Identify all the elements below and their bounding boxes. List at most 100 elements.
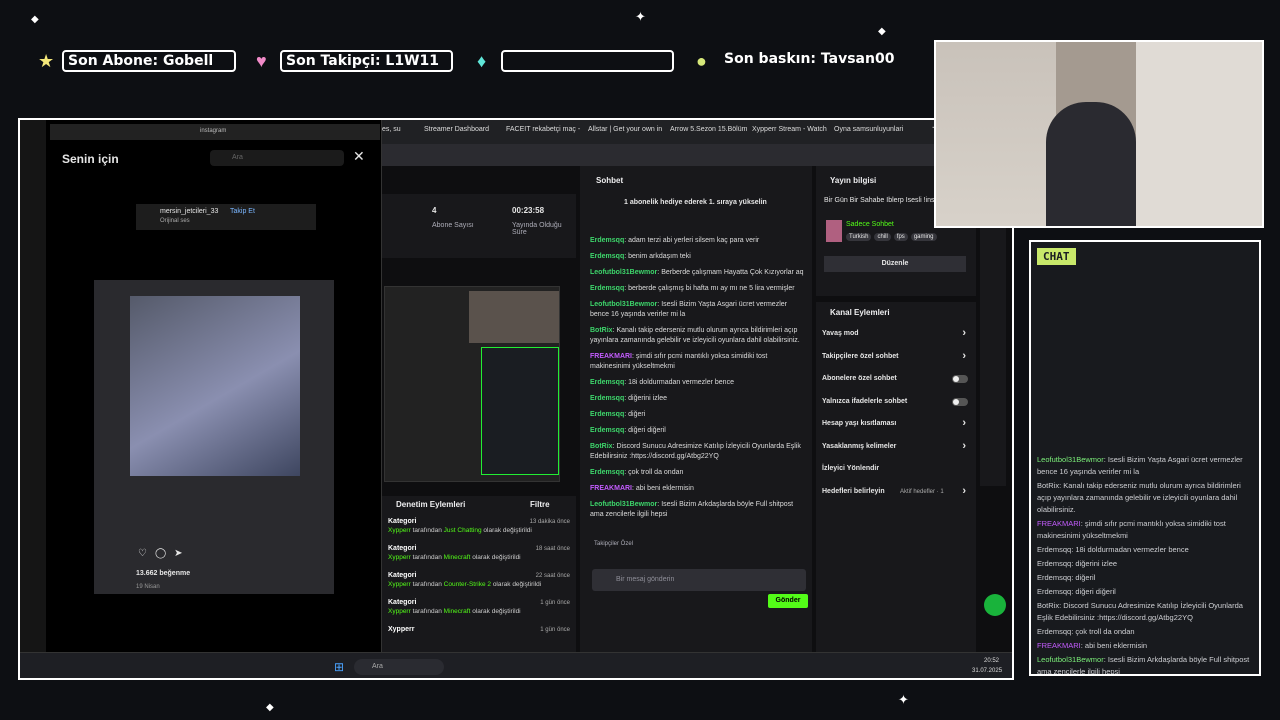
chat-username[interactable]: Leofutbol31Bewmor xyxy=(590,301,657,308)
start-icon[interactable]: ⊞ xyxy=(334,660,344,674)
browser-tab[interactable]: Oyna samsunluyunlari xyxy=(834,126,903,133)
subs-label: Abone Sayısı xyxy=(432,222,474,229)
clock-date: 31.07.2025 xyxy=(972,668,1003,674)
chat-message: BotRix: Kanalı takip ederseniz mutlu olu… xyxy=(590,327,800,344)
send-button[interactable]: Gönder xyxy=(768,594,808,608)
chat-username[interactable]: Erdemsqq xyxy=(590,285,624,292)
chat-username[interactable]: Erdemsqq xyxy=(590,253,624,260)
overlay-chat-user: FREAKMARI xyxy=(1037,519,1081,528)
side-tool-rail xyxy=(980,214,1006,486)
mod-action-pre: tarafından xyxy=(412,527,442,534)
chat-username[interactable]: FREAKMARI xyxy=(590,485,632,492)
channel-action-item[interactable]: Takipçilere özel sohbet › xyxy=(816,347,976,370)
overlay-chat-text: : Discord Sunucu Adresimize Katılıp İzle… xyxy=(1037,601,1243,622)
reel-action-icons[interactable]: ♡◯➤ xyxy=(138,548,191,559)
chat-username[interactable]: Erdemsqq xyxy=(590,469,624,476)
channel-actions-panel: Kanal Eylemleri Yavaş mod › Takipçilere öz… xyxy=(816,302,976,652)
channel-action-item[interactable]: Abonelere özel sohbet xyxy=(816,369,976,392)
overlay-chat-line: BotRix: Discord Sunucu Adresimize Katılı… xyxy=(1037,600,1253,624)
mod-action-user: Xypperr xyxy=(388,581,411,588)
uptime-value: 00:23:58 xyxy=(512,206,545,215)
channel-actions-list: Yavaş mod › Takipçilere özel sohbet › Abonel… xyxy=(816,324,976,504)
search-input[interactable]: Ara xyxy=(210,150,344,166)
chat-username[interactable]: FREAKMARI xyxy=(590,353,632,360)
mod-action-post: olarak değiştirildi xyxy=(472,554,521,561)
stats-row: 4 Abone Sayısı 00:23:58 Yayında Olduğu S… xyxy=(380,194,576,258)
close-icon[interactable]: ✕ xyxy=(353,148,365,165)
chat-username[interactable]: Leofutbol31Bewmor xyxy=(590,501,657,508)
chat-text: Berberde çalışmam Hayatta Çok Kızıyorlar… xyxy=(661,269,804,276)
edit-button[interactable]: Düzenle xyxy=(824,256,966,272)
overlay-chat-text: : 18i doldurmadan vermezler bence xyxy=(1071,545,1189,554)
overlay-chat-line: Erdemsqq: diğerini izlee xyxy=(1037,558,1253,570)
address-bar[interactable]: instagram xyxy=(50,124,380,140)
chat-message: BotRix: Discord Sunucu Adresimize Katılı… xyxy=(590,443,801,460)
chat-username[interactable]: Erdemsqq xyxy=(590,395,624,402)
toggle-switch[interactable] xyxy=(952,375,968,383)
channel-actions-title: Kanal Eylemleri xyxy=(830,308,890,317)
mod-action-time: 18 saat önce xyxy=(535,546,570,552)
chat-username[interactable]: BotRix xyxy=(590,443,613,450)
browser-tab[interactable]: Xypperr Stream - Watch xyxy=(752,126,827,133)
mod-action-time: 13 dakika önce xyxy=(529,519,570,525)
channel-action-item[interactable]: Hedefleri belirleyin › Aktif hedefler · 1 xyxy=(816,482,976,505)
clock-time: 20:52 xyxy=(984,658,1000,664)
channel-action-item[interactable]: Hesap yaşı kısıtlaması › xyxy=(816,414,976,437)
chat-input[interactable]: Bir mesaj gönderin xyxy=(592,569,806,591)
preview-chat xyxy=(481,347,559,475)
chat-title: Sohbet xyxy=(596,176,624,185)
sparkle-icon: ◆ xyxy=(31,14,39,25)
likes-count: 13.662 beğenme xyxy=(136,570,191,577)
channel-action-label: Abonelere özel sohbet xyxy=(822,375,897,382)
mod-action-user: Xypperr xyxy=(388,527,411,534)
uptime-label: Yayında Olduğu Süre xyxy=(512,222,562,236)
toggle-switch[interactable] xyxy=(952,397,968,406)
sparkle-icon: ◆ xyxy=(266,702,274,713)
chat-text: 18i doldurmadan vermezler bence xyxy=(628,379,734,386)
channel-action-item[interactable]: İzleyici Yönlendir xyxy=(816,459,976,482)
chat-message: Leofutbol31Bewmor: Berberde çalışmam Hay… xyxy=(590,269,804,276)
instagram-feed-title: Senin için xyxy=(62,152,119,166)
channel-action-item[interactable]: Yasaklanmış kelimeler › xyxy=(816,437,976,460)
mod-action-post: olarak değiştirildi xyxy=(492,581,542,588)
tag: fps xyxy=(893,233,908,241)
mod-action-row: Kategori 1 gün önce Xypperr tarafından Min… xyxy=(388,599,572,626)
chat-username[interactable]: Erdemsqq xyxy=(590,427,624,434)
mod-filter-button[interactable]: Filtre xyxy=(530,500,550,509)
chat-username[interactable]: Leofutbol31Bewmor xyxy=(590,269,657,276)
stream-category[interactable]: Sadece Sohbet xyxy=(846,221,894,228)
reel-video[interactable] xyxy=(94,280,334,594)
mod-action-post: olarak değiştirildi xyxy=(483,527,532,534)
channel-action-item[interactable]: Yalnızca ifadelerle sohbet xyxy=(816,392,976,415)
mod-action-category: Minecraft xyxy=(443,554,471,561)
chat-username[interactable]: Erdemsqq xyxy=(590,411,624,418)
chevron-right-icon: › xyxy=(962,439,966,452)
sparkle-icon: ✦ xyxy=(898,692,909,707)
browser-tab[interactable]: Streamer Dashboard xyxy=(424,126,489,133)
chat-text: diğeri xyxy=(628,411,646,418)
browser-tab[interactable]: FACEIT rekabetçi maç - xyxy=(506,126,580,133)
webcam-feed xyxy=(934,40,1264,228)
stream-preview xyxy=(384,286,560,482)
chat-username[interactable]: Erdemsqq xyxy=(590,237,624,244)
heart-icon: ♥ xyxy=(256,51,267,71)
tag: gaming xyxy=(910,233,937,241)
taskbar-search[interactable]: Ara xyxy=(354,659,444,675)
chat-username[interactable]: Erdemsqq xyxy=(590,379,624,386)
headset-icon[interactable] xyxy=(984,594,1006,616)
streamer xyxy=(1046,102,1136,226)
mod-action-user: Xypperr xyxy=(388,608,411,615)
chat-text: adam terzi abi yerleri silsem kaç para v… xyxy=(628,237,760,244)
star-icon: ★ xyxy=(38,51,55,71)
channel-action-item[interactable]: Yavaş mod › xyxy=(816,324,976,347)
chat-overlay-messages: Leofutbol31Bewmor: Isesli Bizim Yaşta As… xyxy=(1031,452,1259,674)
browser-tab[interactable]: es, su xyxy=(382,126,401,133)
browser-tab[interactable]: Allstar | Get your own in xyxy=(588,126,662,133)
chat-username[interactable]: BotRix xyxy=(590,327,613,334)
browser-tab[interactable]: Arrow 5.Sezon 15.Bölüm xyxy=(670,126,747,133)
chevron-right-icon: › xyxy=(962,349,966,362)
mod-action-time: 22 saat önce xyxy=(535,573,570,579)
channel-action-label: Yalnızca ifadelerle sohbet xyxy=(822,397,908,405)
mod-actions-title: Denetim Eylemleri xyxy=(396,500,466,509)
mod-actions-list: Kategori 13 dakika önce Xypperr tarafından… xyxy=(388,518,572,653)
